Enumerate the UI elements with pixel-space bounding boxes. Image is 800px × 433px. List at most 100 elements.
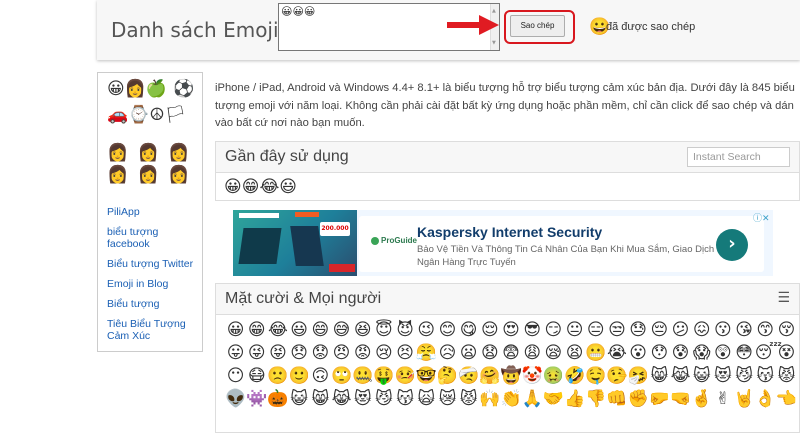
emoji-cell[interactable]: 😄 (310, 319, 331, 342)
emoji-cell[interactable]: 😒 (606, 319, 627, 342)
emoji-cell[interactable]: 😏 (543, 319, 564, 342)
emoji-cell[interactable]: 😾 (458, 388, 479, 411)
emoji-cell[interactable]: 😂 (267, 319, 288, 342)
emoji-cell[interactable]: 😡 (352, 342, 373, 365)
emoji-cell[interactable]: 😻 (712, 365, 733, 388)
sidebar-link-symbols[interactable]: Biểu tượng (107, 298, 199, 310)
recent-emoji-list[interactable]: 😀😁😂😃 (215, 173, 800, 201)
emoji-cell[interactable]: 😁 (246, 319, 267, 342)
emoji-cell[interactable]: 😜 (246, 342, 267, 365)
emoji-cell[interactable]: 😠 (331, 342, 352, 365)
emoji-cell[interactable]: 😙 (755, 319, 776, 342)
category-sports-icon[interactable]: ⚽ (173, 79, 194, 99)
emoji-cell[interactable]: 🤧 (628, 365, 649, 388)
emoji-cell[interactable]: 😊 (437, 319, 458, 342)
emoji-cell[interactable]: 😮 (628, 342, 649, 365)
emoji-cell[interactable]: 😩 (522, 342, 543, 365)
emoji-cell[interactable]: 🙌 (479, 388, 500, 411)
emoji-cell[interactable]: 🙂 (289, 365, 310, 388)
emoji-cell[interactable]: 😘 (734, 319, 755, 342)
emoji-cell[interactable]: 😧 (479, 342, 500, 365)
emoji-cell[interactable]: 🤑 (373, 365, 394, 388)
emoji-cell[interactable]: 😸 (310, 388, 331, 411)
emoji-cell[interactable]: 😖 (691, 319, 712, 342)
ad-choices-icon[interactable]: ⓘ✕ (753, 211, 770, 224)
emoji-cell[interactable]: 🙃 (310, 365, 331, 388)
emoji-cell[interactable]: 🤢 (543, 365, 564, 388)
ad-image[interactable]: 200.000 (233, 210, 357, 276)
emoji-cell[interactable]: 🤔 (437, 365, 458, 388)
emoji-cell[interactable]: 😴 (755, 342, 782, 365)
emoji-cell[interactable]: 😍 (500, 319, 521, 342)
emoji-cell[interactable]: 😛 (225, 342, 246, 365)
sidebar-link-facebook[interactable]: biểu tượng facebook (107, 226, 199, 250)
emoji-cell[interactable]: 😹 (670, 365, 691, 388)
emoji-cell[interactable]: 🤝 (543, 388, 564, 411)
emoji-cell[interactable]: 😞 (289, 342, 310, 365)
category-symbols-icon[interactable]: ☮ (149, 105, 164, 125)
ad-title[interactable]: Kaspersky Internet Security (417, 224, 602, 240)
ad-card[interactable]: ProGuide Kaspersky Internet Security Bảo… (359, 216, 764, 272)
emoji-cell[interactable]: 😵 (776, 342, 797, 365)
emoji-cell[interactable]: 🙏 (522, 388, 543, 411)
emoji-cell[interactable]: 😿 (437, 388, 458, 411)
skin-tone-default-icon[interactable]: 👩 (168, 165, 189, 185)
emoji-cell[interactable]: 😕 (670, 319, 691, 342)
copy-button[interactable]: Sao chép (510, 15, 565, 37)
emoji-cell[interactable]: 🤡 (522, 365, 543, 388)
sidebar-link-emoticons[interactable]: Tiêu Biểu Tượng Cảm Xúc (107, 318, 199, 342)
category-nature-icon[interactable]: 🍏 (146, 79, 167, 99)
emoji-cell[interactable]: 😝 (267, 342, 288, 365)
emoji-cell[interactable]: 😫 (564, 342, 585, 365)
emoji-cell[interactable]: 😤 (416, 342, 437, 365)
emoji-cell[interactable]: 😃 (289, 319, 310, 342)
emoji-cell[interactable]: 🤕 (458, 365, 479, 388)
emoji-cell[interactable]: 👾 (246, 388, 267, 411)
menu-icon[interactable]: ☰ (777, 290, 790, 306)
ad-banner[interactable]: 200.000 ProGuide Kaspersky Internet Secu… (233, 210, 773, 276)
emoji-cell[interactable]: 🤓 (416, 365, 437, 388)
emoji-cell[interactable]: 😹 (331, 388, 352, 411)
emoji-cell[interactable]: 🤘 (734, 388, 755, 411)
emoji-cell[interactable]: 😎 (522, 319, 543, 342)
emoji-cell[interactable]: 👽 (225, 388, 246, 411)
emoji-cell[interactable]: 🙄 (331, 365, 352, 388)
emoji-cell[interactable]: 😺 (289, 388, 310, 411)
search-input[interactable]: Instant Search (687, 147, 790, 167)
sidebar-link-blog[interactable]: Emoji in Blog (107, 278, 199, 290)
emoji-cell[interactable]: 😉 (416, 319, 437, 342)
emoji-cell[interactable]: 😋 (458, 319, 479, 342)
emoji-cell[interactable]: 😈 (395, 319, 416, 342)
emoji-cell[interactable]: 😢 (373, 342, 394, 365)
emoji-cell[interactable]: 🙀 (416, 388, 437, 411)
emoji-cell[interactable]: 🤠 (500, 365, 521, 388)
emoji-cell[interactable]: 😨 (500, 342, 521, 365)
emoji-cell[interactable]: 🙁 (267, 365, 288, 388)
emoji-cell[interactable]: 😲 (712, 342, 733, 365)
emoji-cell[interactable]: 😆 (352, 319, 373, 342)
category-smileys-icon[interactable]: 😀 (107, 79, 125, 99)
category-objects-icon[interactable]: ⌚ (128, 105, 149, 125)
ad-go-button[interactable]: › (716, 229, 748, 261)
emoji-cell[interactable]: 🤤 (585, 365, 606, 388)
emoji-cell[interactable]: 😟 (310, 342, 331, 365)
emoji-cell[interactable]: 😳 (734, 342, 755, 365)
emoji-cell[interactable]: 😯 (649, 342, 670, 365)
emoji-cell[interactable]: 👌 (755, 388, 776, 411)
emoji-cell[interactable]: 😦 (458, 342, 479, 365)
emoji-cell[interactable]: 😑 (585, 319, 606, 342)
category-travel-icon[interactable]: 🚗 (107, 105, 128, 125)
skin-tone-medium-light-icon[interactable]: 👩 (138, 143, 159, 163)
emoji-cell[interactable]: 😓 (628, 319, 649, 342)
skin-tone-light-icon[interactable]: 👩 (107, 143, 128, 163)
emoji-cell[interactable]: 🤞 (691, 388, 712, 411)
emoji-cell[interactable]: ✊ (628, 388, 649, 411)
emoji-cell[interactable]: 👈 (776, 388, 797, 411)
emoji-cell[interactable]: 😰 (670, 342, 691, 365)
emoji-cell[interactable]: 🤐 (352, 365, 373, 388)
emoji-cell[interactable]: 😽 (395, 388, 416, 411)
emoji-cell[interactable]: 🤛 (649, 388, 670, 411)
emoji-cell[interactable]: 😱 (691, 342, 712, 365)
emoji-cell[interactable]: 😣 (395, 342, 416, 365)
emoji-cell[interactable]: 😐 (564, 319, 585, 342)
